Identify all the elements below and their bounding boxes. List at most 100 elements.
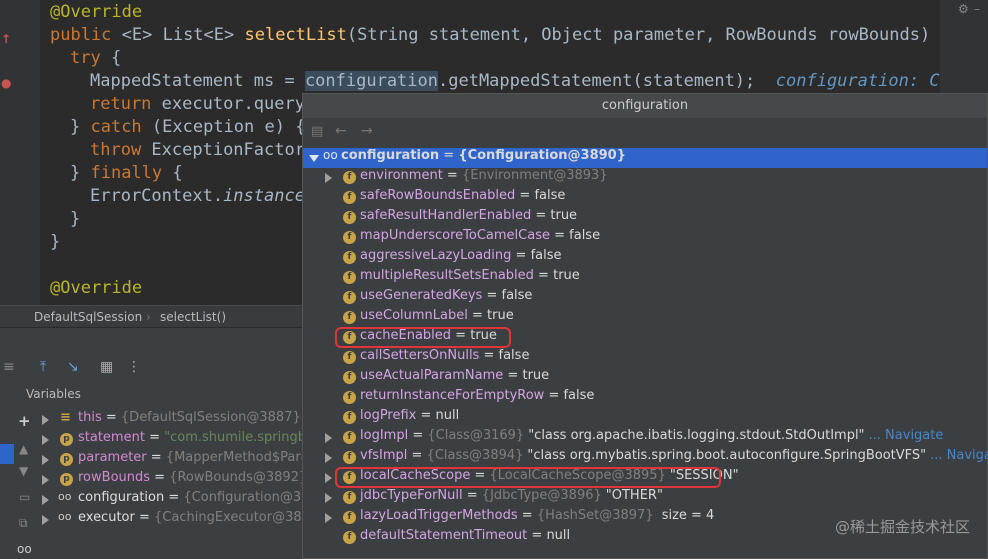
add-watch-icon[interactable]: + <box>18 412 31 430</box>
popup-field-row[interactable]: f useGeneratedKeys = false <box>303 288 987 308</box>
popup-field-row[interactable]: f mapUnderscoreToCamelCase = false <box>303 228 987 248</box>
breadcrumb-separator-icon: › <box>146 310 151 324</box>
field-value: true <box>550 208 578 223</box>
field-name: aggressiveLazyLoading <box>360 248 512 263</box>
field-value: {HashSet@3897} <box>536 508 654 523</box>
variables-tree[interactable]: ≡ this = {DefaultSqlSession@3887} p stat… <box>36 406 325 559</box>
field-value: false <box>569 228 601 243</box>
field-icon: f <box>343 491 356 504</box>
navigate-link[interactable]: ... Navigate <box>930 448 988 463</box>
field-extra: size = 4 <box>657 508 715 523</box>
editor-gutter: ↑ ● <box>0 0 40 305</box>
move-down-icon[interactable]: ▼ <box>19 464 28 478</box>
field-value: false <box>563 388 595 403</box>
evaluate-popup[interactable]: configuration ▤ ← → oo configuration = {C… <box>302 93 988 559</box>
popup-field-row[interactable]: f jdbcTypeForNull = {JdbcType@3896} "OTHER… <box>303 488 987 508</box>
field-extra: "class org.apache.ibatis.logging.stdout.… <box>528 428 865 443</box>
popup-field-row[interactable]: f useColumnLabel = true <box>303 308 987 328</box>
field-name: returnInstanceForEmptyRow <box>360 388 545 403</box>
field-value: false <box>498 348 530 363</box>
expand-arrow-icon[interactable] <box>42 475 49 485</box>
field-name: defaultStatementTimeout <box>360 528 528 543</box>
field-name: safeRowBoundsEnabled <box>360 188 516 203</box>
collapse-arrow-icon[interactable] <box>309 155 319 162</box>
breakpoint-icon[interactable]: ● <box>1 76 11 90</box>
expand-arrow-icon[interactable] <box>42 435 49 445</box>
field-name: lazyLoadTriggerMethods <box>360 508 518 523</box>
navigate-link[interactable]: ... Navigate <box>869 428 944 443</box>
code-line-6: } catch (Exception e) { <box>70 117 306 137</box>
field-value: {JdbcType@3896} <box>481 488 602 503</box>
step-over-icon[interactable]: ≡ <box>3 359 15 375</box>
field-icon: f <box>343 371 356 384</box>
expand-arrow-icon[interactable] <box>42 415 49 425</box>
popup-field-row[interactable]: f useActualParamName = true <box>303 368 987 388</box>
field-value: {Environment@3893} <box>461 168 608 183</box>
field-name: useActualParamName <box>360 368 504 383</box>
expand-arrow-icon[interactable] <box>42 515 49 525</box>
field-value: true <box>553 268 580 283</box>
expand-arrow-icon[interactable] <box>325 433 332 443</box>
minimize-icon[interactable]: – <box>974 2 980 16</box>
popup-field-row[interactable]: f environment = {Environment@3893} <box>303 168 987 188</box>
selected-frame-marker <box>0 444 14 464</box>
override-marker-icon[interactable]: ↑ <box>1 32 11 46</box>
field-icon: f <box>343 311 356 324</box>
field-value: {Configuration@3890} <box>458 148 626 163</box>
popup-toolbar: ▤ ← → <box>303 118 987 148</box>
popup-field-row[interactable]: f logPrefix = null <box>303 408 987 428</box>
popup-field-row[interactable]: f logImpl = {Class@3169} "class org.apache… <box>303 428 987 448</box>
breadcrumb-method[interactable]: selectList() <box>160 310 226 324</box>
field-icon: f <box>343 391 356 404</box>
copy-icon[interactable]: ⧉ <box>19 516 28 531</box>
expand-arrow-icon[interactable] <box>42 495 49 505</box>
code-line-2: public <E> List<E> selectList(String sta… <box>50 25 951 45</box>
popup-field-row[interactable]: f safeResultHandlerEnabled = true <box>303 208 987 228</box>
tree-view-icon[interactable]: ▤ <box>311 124 323 139</box>
code-line-8: } finally { <box>70 163 183 183</box>
expand-arrow-icon[interactable] <box>325 493 332 503</box>
popup-field-row[interactable]: f localCacheScope = {LocalCacheScope@3895… <box>303 467 987 488</box>
field-name: multipleResultSetsEnabled <box>360 268 534 283</box>
code-line-7: throw ExceptionFactor <box>90 140 305 160</box>
popup-field-row[interactable]: f callSettersOnNulls = false <box>303 348 987 368</box>
popup-field-row[interactable]: f aggressiveLazyLoading = false <box>303 248 987 268</box>
popup-field-row[interactable]: f cacheEnabled = true <box>303 327 987 348</box>
duplicate-watch-icon[interactable]: ▭ <box>19 490 30 504</box>
more-options-icon[interactable]: ⋮ <box>127 359 141 375</box>
popup-field-row[interactable]: f vfsImpl = {Class@3894} "class org.mybati… <box>303 448 988 468</box>
field-icon: f <box>343 191 356 204</box>
expand-arrow-icon[interactable] <box>325 453 332 463</box>
popup-field-row[interactable]: f returnInstanceForEmptyRow = false <box>303 388 987 408</box>
expand-arrow-icon[interactable] <box>325 513 332 523</box>
field-icon: f <box>343 411 356 424</box>
popup-tree[interactable]: oo configuration = {Configuration@3890} f e… <box>303 148 988 558</box>
expand-arrow-icon[interactable] <box>42 455 49 465</box>
expand-arrow-icon[interactable] <box>325 473 332 483</box>
field-icon: f <box>343 271 356 284</box>
popup-field-row[interactable]: f safeRowBoundsEnabled = false <box>303 188 987 208</box>
field-icon: f <box>343 451 356 464</box>
field-name: mapUnderscoreToCamelCase <box>360 228 550 243</box>
field-name: jdbcTypeForNull <box>360 488 463 503</box>
breadcrumb-class[interactable]: DefaultSqlSession <box>34 310 142 324</box>
field-icon: f <box>343 211 356 224</box>
glasses-icon[interactable]: oo <box>17 542 32 556</box>
back-arrow-icon[interactable]: ← <box>335 123 347 139</box>
code-line-1: @Override <box>50 2 143 22</box>
popup-field-row[interactable]: f multipleResultSetsEnabled = true <box>303 268 987 288</box>
field-extra: "OTHER" <box>605 488 663 503</box>
run-to-cursor-icon[interactable]: ↘ <box>67 359 79 375</box>
popup-root-row[interactable]: oo configuration = {Configuration@3890} <box>303 148 987 168</box>
expand-arrow-icon[interactable] <box>325 173 332 183</box>
evaluate-expression-icon[interactable]: ▦ <box>100 359 113 375</box>
field-icon: f <box>343 511 356 524</box>
settings-gear-icon[interactable]: ⚙ <box>958 2 969 16</box>
configuration-token[interactable]: configuration <box>304 71 438 91</box>
remove-watch-icon[interactable]: ▲ <box>19 442 28 456</box>
code-line-9: ErrorContext.instance <box>90 186 305 206</box>
step-out-icon[interactable]: ⤒ <box>40 359 46 375</box>
forward-arrow-icon[interactable]: → <box>361 123 373 139</box>
this-icon: ≡ <box>60 410 71 425</box>
field-value: {Class@3169} <box>427 428 525 443</box>
